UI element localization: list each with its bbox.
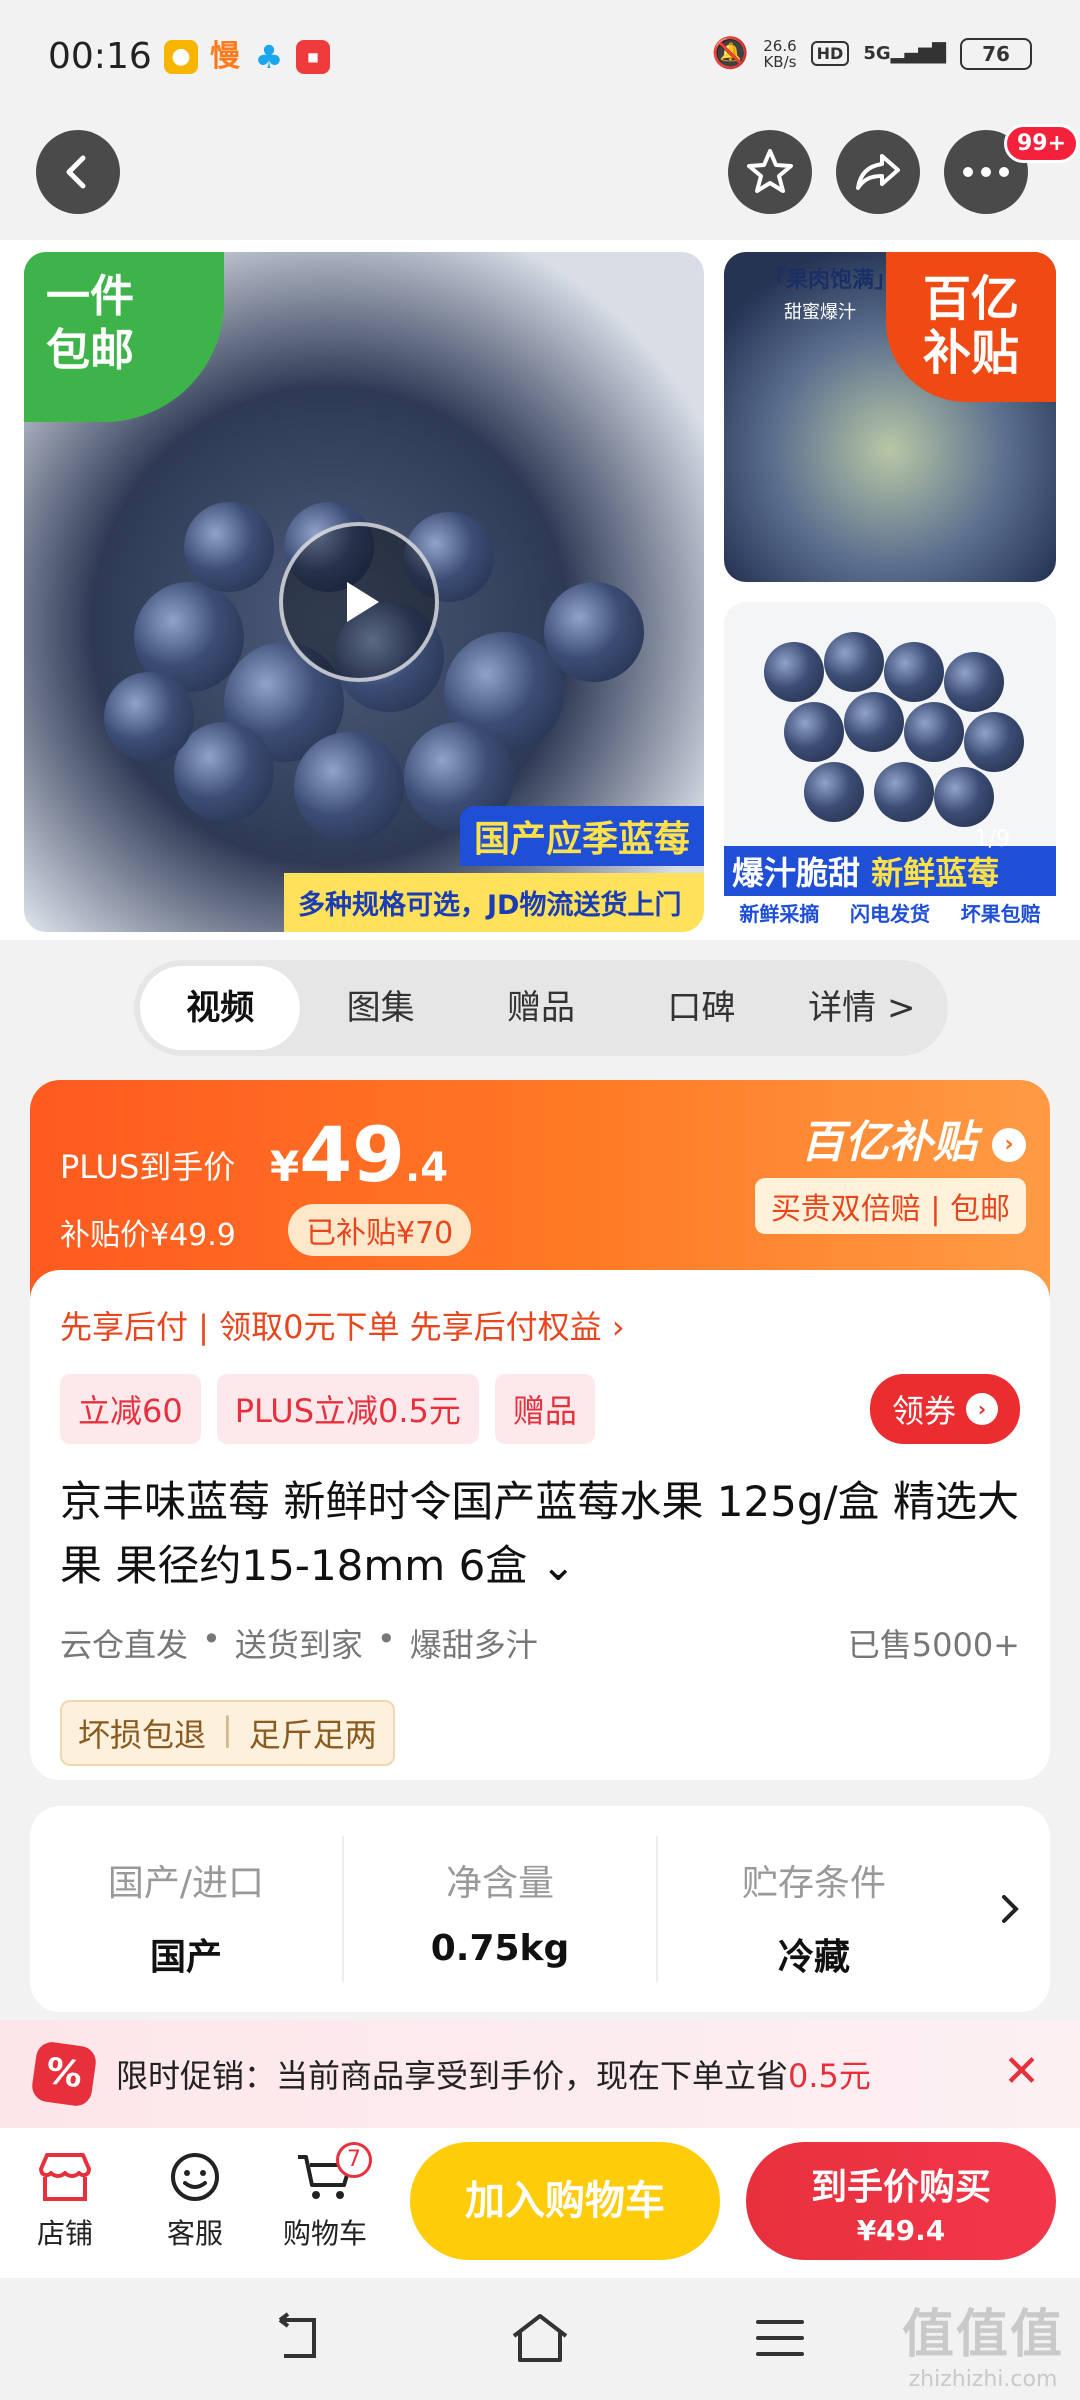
side-product-image-1[interactable]: 「果肉饱满」 甜蜜爆汁 百亿 补贴 [724, 252, 1056, 582]
spec-storage: 贮存条件 冷藏 [656, 1836, 970, 1982]
chevron-left-icon [66, 155, 86, 189]
billion-subsidy-badge: 百亿 补贴 [886, 252, 1056, 402]
app-notification-icon: ● [164, 40, 198, 74]
play-icon [347, 582, 379, 622]
network-speed: 26.6 KB/s [763, 36, 797, 71]
share-icon [856, 154, 900, 190]
promo-banner-text: 限时促销：当前商品享受到手价，现在下单立省0.5元 [116, 2057, 871, 2095]
chevron-right-icon [1002, 1895, 1019, 1923]
main-product-image[interactable]: 一件 包邮 国产应季蓝莓 多种规格可选，JD物流送货上门 [24, 252, 704, 932]
bottom-action-bar: 店铺 客服 7 购物车 加入购物车 到手价购买 ¥49.4 [0, 2128, 1080, 2278]
billion-subsidy-link[interactable]: 百亿补贴 › [801, 1106, 1026, 1170]
side-image-tag: 爆汁脆甜 新鲜蓝莓 [724, 846, 1056, 896]
main-image-tag: 国产应季蓝莓 [459, 806, 704, 866]
side-product-image-2[interactable]: 爆汁脆甜 新鲜蓝莓 1/9 新鲜采摘 闪电发货 坏果包赔 [724, 602, 1056, 932]
promo-tags: 立减60 PLUS立减0.5元 赠品 [60, 1374, 595, 1444]
store-icon [39, 2153, 91, 2201]
subsidy-price: 补贴价¥49.9 [60, 1218, 236, 1253]
star-icon [747, 149, 793, 193]
service-guarantees[interactable]: 坏损包退 | 足斤足两 [60, 1700, 395, 1766]
battery-icon: 76 [960, 37, 1032, 70]
notification-badge: 99+ [1004, 124, 1080, 163]
spec-origin: 国产/进口 国产 [107, 1863, 265, 1978]
product-specs[interactable]: 国产/进口 国产 净含量 0.75kg 贮存条件 冷藏 [30, 1806, 1050, 2012]
watermark: 值值值 zhizhizhi.com [901, 2305, 1064, 2392]
cart-button[interactable]: 7 购物车 [270, 2142, 380, 2252]
close-icon[interactable]: ✕ [1003, 2050, 1040, 2094]
subsidy-amount-badge: 已补贴¥70 [288, 1204, 472, 1256]
customer-service-button[interactable]: 客服 [140, 2142, 250, 2252]
side-image-subcaption: 甜蜜爆汁 [784, 302, 856, 323]
plus-price-label: PLUS到手价 [60, 1148, 236, 1186]
price-card: PLUS到手价 ¥49.4 补贴价¥49.9 已补贴¥70 百亿补贴 › 买贵双… [30, 1080, 1050, 1780]
tab-gallery[interactable]: 图集 [300, 966, 460, 1050]
free-shipping-ribbon: 一件 包邮 [24, 252, 224, 422]
recent-apps-icon[interactable] [752, 2312, 808, 2364]
side-image-features: 新鲜采摘 闪电发货 坏果包赔 [724, 896, 1056, 932]
sold-count: 已售5000+ [847, 1626, 1020, 1664]
promo-tag[interactable]: 赠品 [494, 1374, 595, 1444]
get-coupon-button[interactable]: 领券 › [869, 1374, 1020, 1444]
system-navigation-bar: 值值值 zhizhizhi.com [0, 2278, 1080, 2400]
pay-later-link[interactable]: 先享后付 | 领取0元下单 先享后付权益 › [60, 1302, 625, 1348]
spec-net-weight: 净含量 0.75kg [342, 1836, 656, 1982]
qq-icon: ♣ [254, 38, 284, 76]
product-gallery[interactable]: 一件 包邮 国产应季蓝莓 多种规格可选，JD物流送货上门 「果肉饱满」 甜蜜爆汁… [0, 240, 1080, 940]
tab-gifts[interactable]: 赠品 [461, 966, 621, 1050]
app-notification-icon: ■ [296, 40, 330, 74]
app-notification-icon: 慢 [210, 39, 240, 74]
product-info: 先享后付 | 领取0元下单 先享后付权益 › 立减60 PLUS立减0.5元 赠… [30, 1270, 1050, 1780]
favorite-button[interactable] [728, 130, 812, 214]
back-button[interactable] [36, 130, 120, 214]
more-dots-icon [963, 167, 1009, 177]
signal-icon: 5G▂▄▆█ [863, 43, 946, 64]
media-tabs: 视频 图集 赠品 口碑 详情 > [134, 960, 948, 1056]
hd-icon: HD [810, 41, 850, 66]
back-gesture-icon[interactable] [270, 2312, 330, 2364]
main-image-subtag: 多种规格可选，JD物流送货上门 [284, 873, 704, 932]
final-price: ¥49.4 [270, 1110, 449, 1199]
percent-icon: % [30, 2040, 98, 2108]
status-time: 00:16 [48, 36, 152, 77]
chevron-right-icon: › [992, 1128, 1026, 1162]
status-bar: 00:16 ● 慢 ♣ ■ 🔕 26.6 KB/s HD 5G▂▄▆█ 76 [0, 0, 1080, 120]
buy-now-button[interactable]: 到手价购买 ¥49.4 [746, 2142, 1056, 2260]
chevron-right-icon: › [966, 1393, 998, 1425]
mute-icon: 🔕 [711, 36, 750, 71]
double-refund-guarantee[interactable]: 买贵双倍赔 | 包邮 [754, 1178, 1026, 1234]
limited-promo-banner[interactable]: % 限时促销：当前商品享受到手价，现在下单立省0.5元 ✕ [0, 2020, 1080, 2128]
store-button[interactable]: 店铺 [10, 2142, 120, 2252]
price-header: PLUS到手价 ¥49.4 补贴价¥49.9 已补贴¥70 百亿补贴 › 买贵双… [30, 1080, 1050, 1300]
specs-more-button[interactable] [970, 1806, 1050, 2012]
side-image-caption: 「果肉饱满」 [764, 268, 897, 293]
cart-count-badge: 7 [336, 2142, 372, 2178]
add-to-cart-button[interactable]: 加入购物车 [410, 2142, 720, 2260]
promo-tag[interactable]: PLUS立减0.5元 [216, 1374, 479, 1444]
play-video-button[interactable] [279, 522, 439, 682]
product-title[interactable]: 京丰味蓝莓 新鲜时令国产蓝莓水果 125g/盒 精选大果 果径约15-18mm … [60, 1470, 1020, 1598]
tab-details[interactable]: 详情 > [782, 966, 942, 1050]
promo-tag[interactable]: 立减60 [60, 1374, 201, 1444]
home-icon[interactable] [508, 2312, 572, 2364]
product-meta: 云仓直发 • 送货到家 • 爆甜多汁 已售5000+ [60, 1620, 1020, 1664]
chat-smile-icon [171, 2153, 219, 2201]
tab-video[interactable]: 视频 [140, 966, 301, 1050]
tab-reviews[interactable]: 口碑 [621, 966, 781, 1050]
gallery-page-indicator: 1/9 [974, 827, 1010, 852]
share-button[interactable] [836, 130, 920, 214]
